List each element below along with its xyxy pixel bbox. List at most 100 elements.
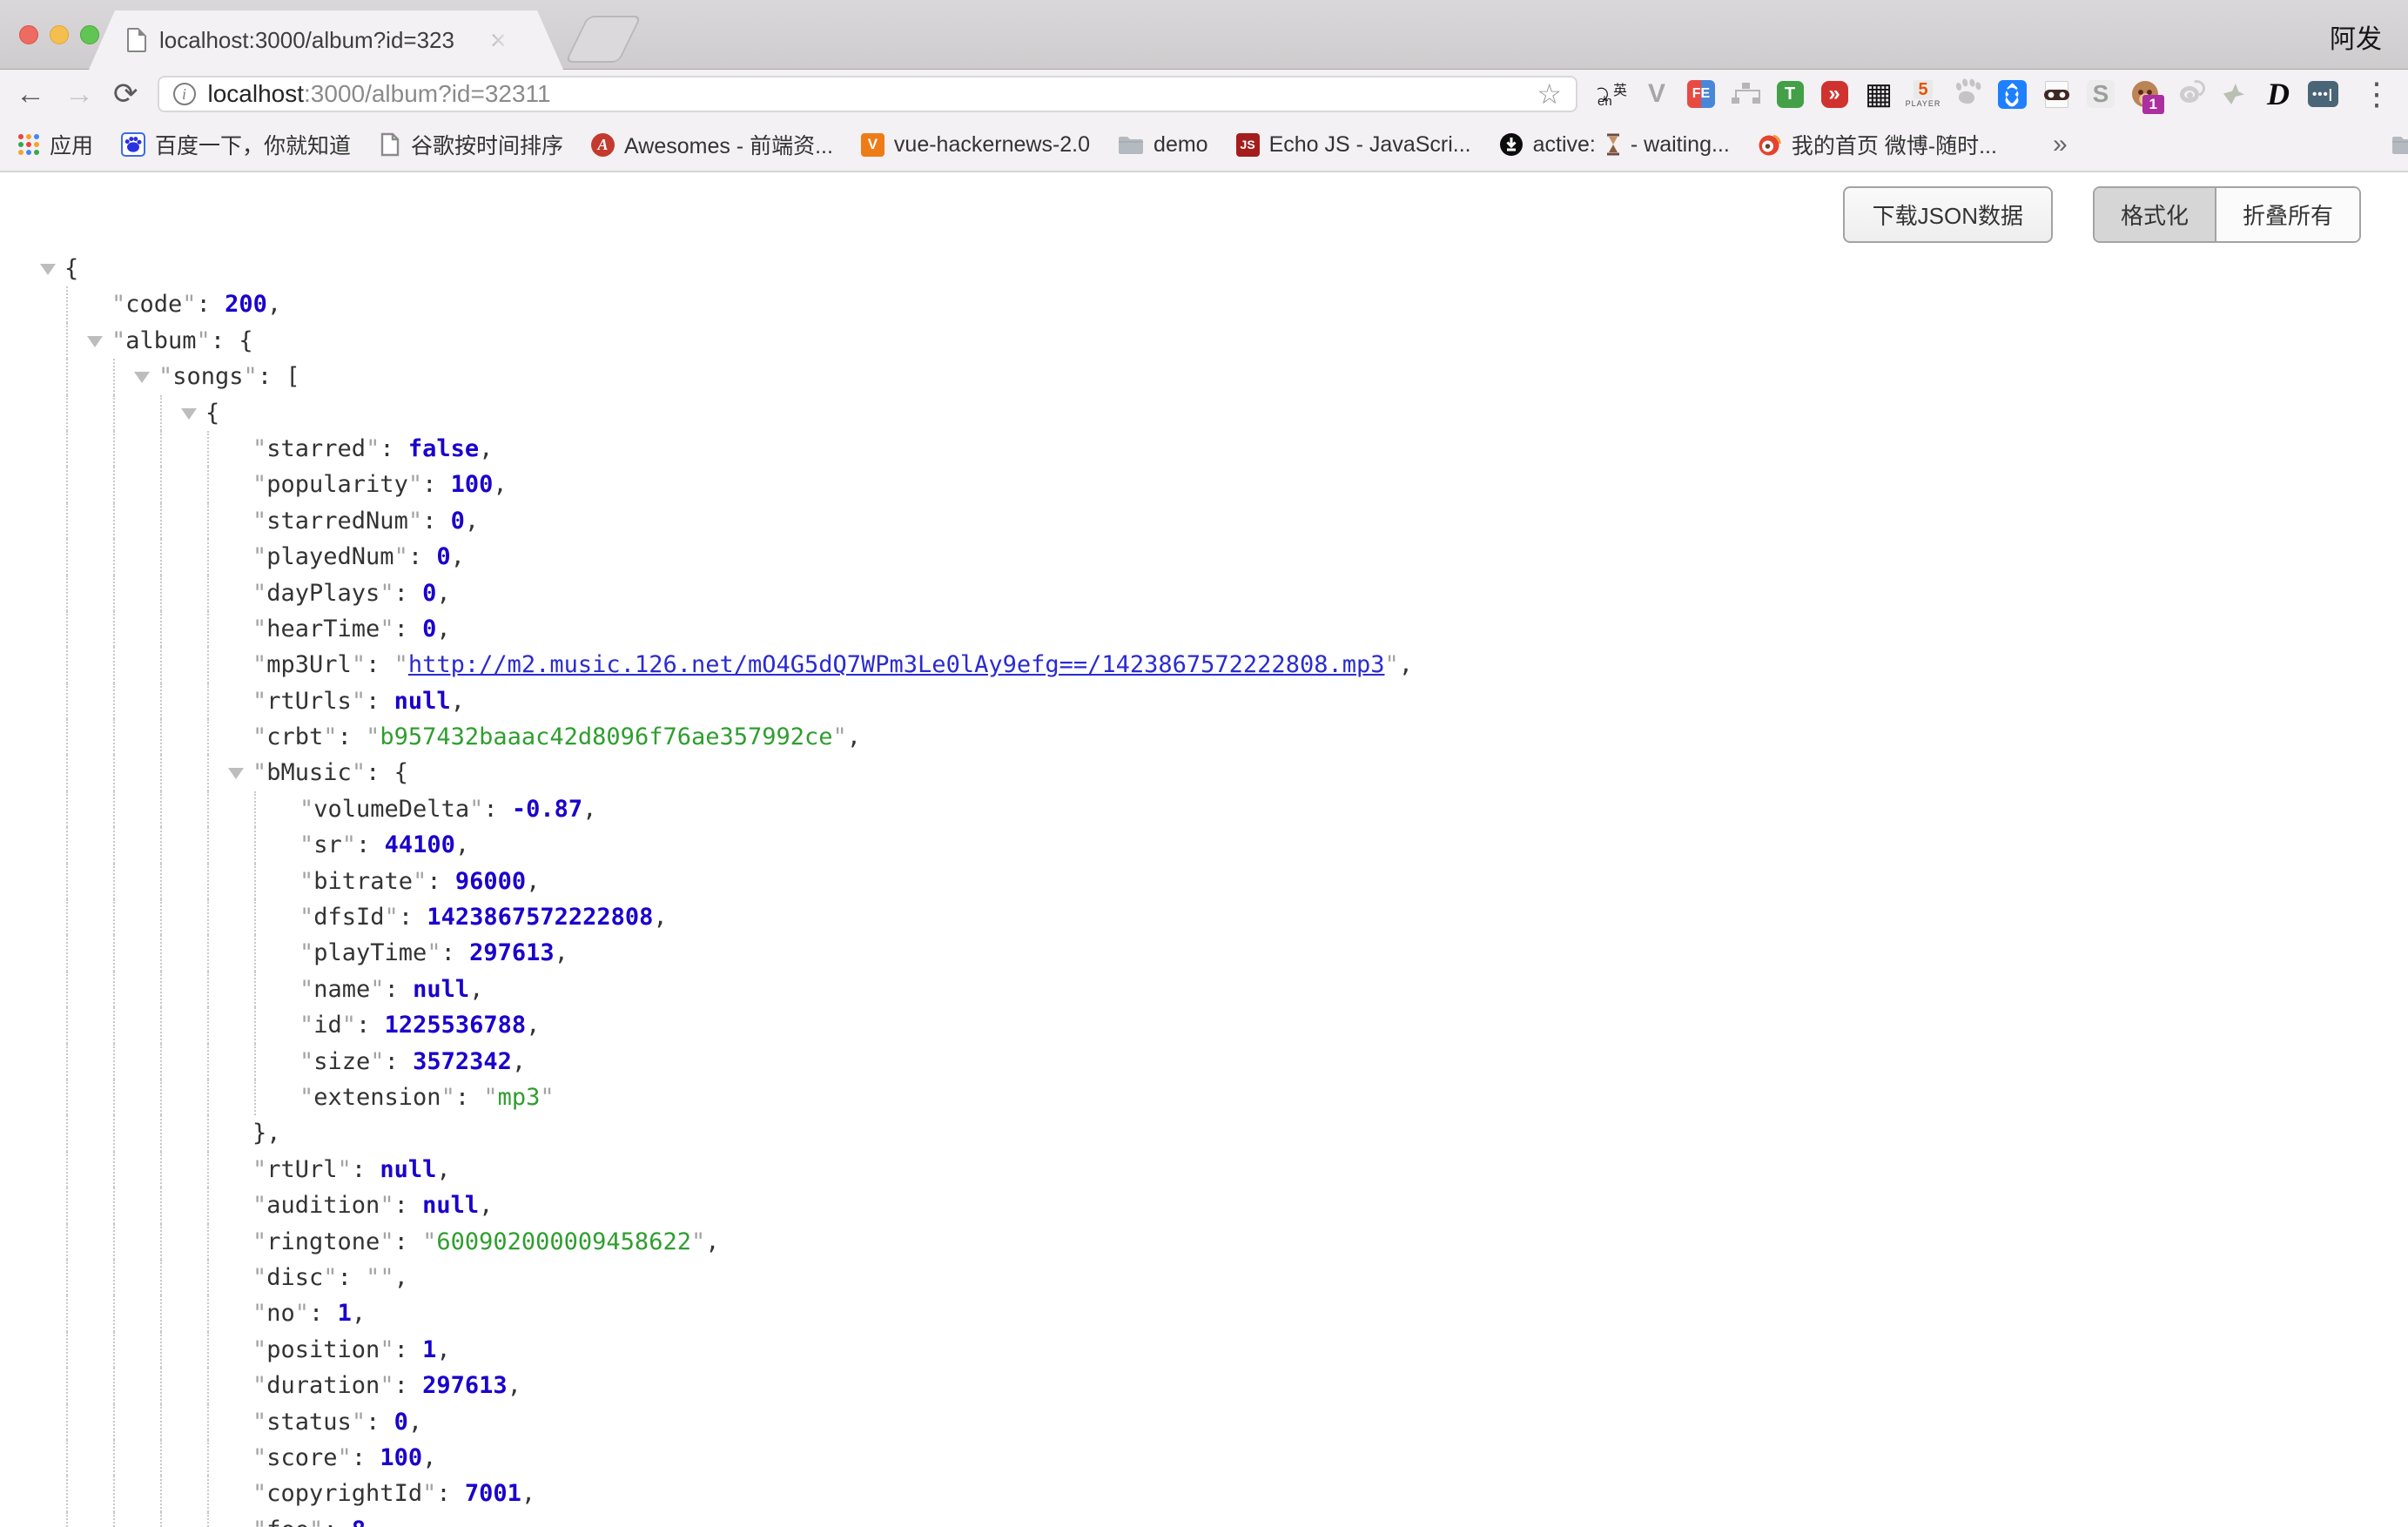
json-code: "songs": [ [158,359,300,394]
indent-guide [66,827,68,863]
close-window-button[interactable] [19,25,38,44]
zoom-window-button[interactable] [80,25,99,44]
json-code: "rtUrls": null, [252,683,465,719]
hummingbird-extension-icon[interactable] [2218,78,2250,110]
json-code: "copyrightId": 7001, [252,1476,535,1511]
json-line: "bMusic": { [0,755,2408,790]
indent-guide [113,431,115,467]
indent-guide [160,1512,162,1527]
indent-guide [207,1224,209,1260]
bookmark-vue-hackernews[interactable]: V vue-hackernews-2.0 [861,132,1090,158]
password-manager-extension-icon[interactable]: •••| [2307,78,2338,110]
mask-extension-icon[interactable] [2041,78,2072,110]
page-info-icon[interactable]: i [173,83,196,105]
download-json-button[interactable]: 下载JSON数据 [1843,186,2053,243]
back-button[interactable]: ← [16,79,45,109]
json-line: "score": 100, [0,1440,2408,1476]
address-bar[interactable]: i localhost:3000/album?id=32311 ☆ [158,76,1578,112]
tampermonkey-extension-icon[interactable]: T [1774,78,1806,110]
bookmark-awesomes[interactable]: A Awesomes - 前端资... [591,129,833,160]
indent-guide [207,467,209,502]
tab-favicon-page-icon [127,28,146,52]
json-line: "dfsId": 1423867572222808, [0,899,2408,935]
indent-guide [160,935,162,971]
video-speed-glyph: » [1821,81,1848,108]
indent-guide [207,503,209,539]
bookmark-active-waiting[interactable]: active: - waiting... [1499,132,1730,158]
fe-glyph: FE [1687,80,1715,108]
indent-guide [113,972,115,1007]
mp3-url-link[interactable]: http://m2.music.126.net/mO4G5dQ7WPm3Le0l… [408,651,1385,678]
indent-guide [66,864,68,899]
bookmark-demo-folder[interactable]: demo [1118,132,1208,158]
json-line: "playTime": 297613, [0,935,2408,971]
reload-button[interactable]: ⟳ [113,79,138,109]
minimize-window-button[interactable] [50,25,69,44]
indent-guide [207,431,209,467]
json-collapse-toggle-icon[interactable] [40,264,56,275]
html5-player-extension-icon[interactable]: 5 PLAYER [1907,78,1939,110]
json-collapse-toggle-icon[interactable] [134,372,150,383]
other-bookmarks-folder[interactable]: 其他书签 [2391,129,2408,160]
monkey-extension-icon[interactable]: 1 [2129,78,2161,110]
indent-guide [160,1260,162,1295]
json-collapse-toggle-icon[interactable] [87,336,103,347]
folder-icon [2391,134,2408,155]
collapse-all-button[interactable]: 折叠所有 [2216,188,2359,241]
indent-guide [207,864,209,899]
qrcode-extension-icon[interactable]: ▦ [1863,78,1894,110]
bookmark-google-sorted[interactable]: 谷歌按时间排序 [379,129,563,160]
window-controls [19,25,99,44]
browser-tab[interactable]: localhost:3000/album?id=323 × [89,10,563,70]
indent-guide [66,1512,68,1527]
bookmark-weibo-home[interactable]: 我的首页 微博-随时... [1758,129,1997,160]
vue-devtools-extension-icon[interactable]: V [1641,78,1672,110]
url-text[interactable]: localhost:3000/album?id=32311 [208,80,551,108]
indent-guide [113,935,115,971]
indent-guide [113,899,115,935]
paw-extension-icon[interactable] [1952,78,1983,110]
indent-guide [113,1295,115,1331]
indent-guide [113,1368,115,1403]
video-speed-extension-icon[interactable]: » [1819,78,1850,110]
dark-mode-extension-icon[interactable]: D [2263,78,2294,110]
json-collapse-toggle-icon[interactable] [228,768,244,779]
indent-guide [254,827,256,863]
json-code: "score": 100, [252,1440,436,1476]
bookmark-baidu[interactable]: 百度一下，你就知道 [121,129,351,160]
indent-guide [160,1187,162,1223]
bookmark-echo-js[interactable]: JS Echo JS - JavaScri... [1236,132,1471,158]
translate-extension-icon[interactable]: 英 en ⤸ [1597,78,1628,110]
json-line: "rtUrls": null, [0,683,2408,719]
indent-guide [113,1152,115,1187]
bookmark-apps[interactable]: 应用 [17,129,93,160]
tab-strip: localhost:3000/album?id=323 × 阿发 [0,0,2408,70]
bookmark-label: - waiting... [1631,132,1730,158]
bookmark-star-icon[interactable]: ☆ [1537,77,1562,111]
chrome-menu-icon[interactable]: ⋮ [2361,76,2392,112]
indent-guide [207,539,209,575]
indent-guide [207,827,209,863]
indent-guide [207,611,209,647]
indent-guide [160,611,162,647]
indent-guide [160,503,162,539]
indent-guide [66,395,68,431]
json-line: "extension": "mp3" [0,1080,2408,1115]
sitemap-extension-icon[interactable] [1730,78,1761,110]
indent-guide [160,1152,162,1187]
weibo-disabled-extension-icon[interactable] [2174,78,2205,110]
bookmarks-overflow-chevron[interactable]: » [2053,130,2068,159]
json-code: "popularity": 100, [252,467,508,502]
indent-guide [207,1152,209,1187]
forward-button: → [64,79,94,109]
juejin-extension-icon[interactable] [1996,78,2028,110]
indent-guide [207,647,209,683]
profile-name[interactable]: 阿发 [2330,17,2382,56]
json-collapse-toggle-icon[interactable] [181,408,197,420]
fe-extension-icon[interactable]: FE [1685,78,1717,110]
new-tab-button[interactable] [565,16,642,63]
format-button[interactable]: 格式化 [2095,188,2216,241]
view-mode-segmented-control: 格式化 折叠所有 [2093,186,2361,243]
shadowsocks-extension-icon[interactable]: S [2085,78,2116,110]
indent-guide [113,827,115,863]
